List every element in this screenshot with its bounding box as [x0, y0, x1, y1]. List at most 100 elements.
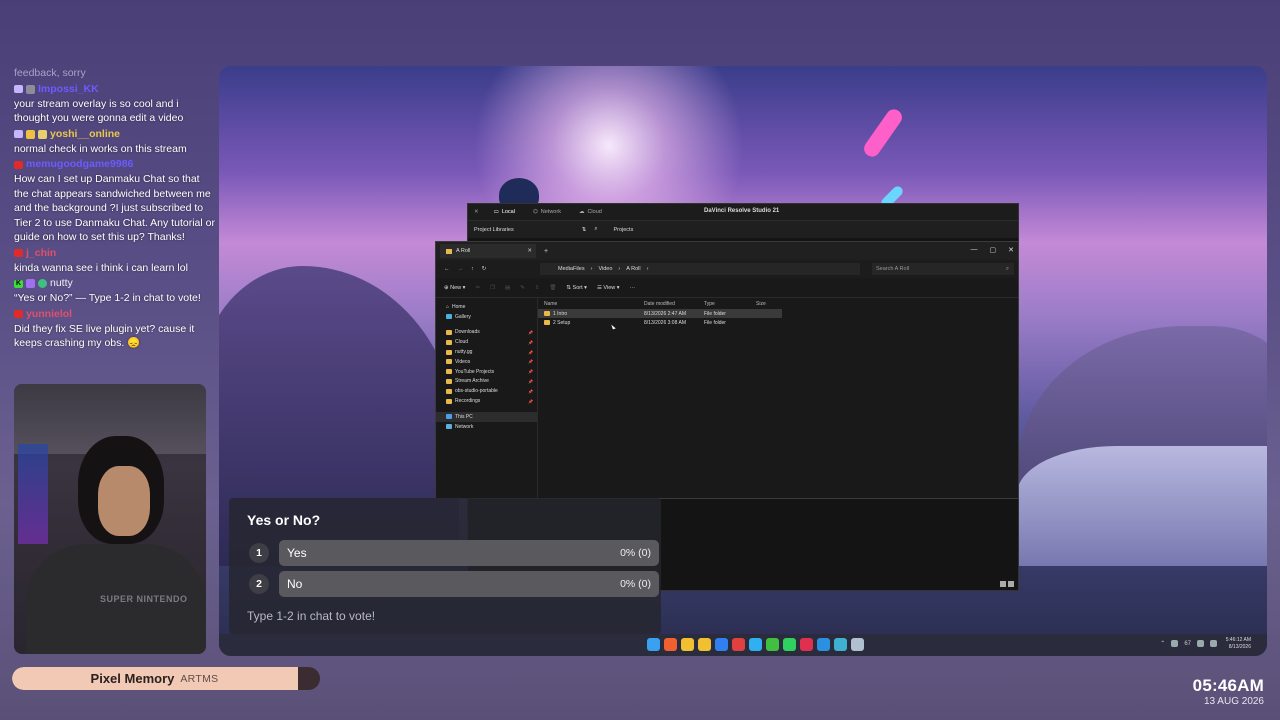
tray-app-icon[interactable]	[1171, 640, 1179, 647]
nav-item-this-pc[interactable]: This PC	[436, 411, 537, 422]
explorer-tab[interactable]: A Roll ✕	[440, 244, 536, 258]
taskbar-clock[interactable]: 5:46:12 AM 8/13/2026	[1226, 637, 1251, 651]
taskbar-app-icon[interactable]	[647, 638, 660, 651]
chevron-right-icon: ›	[618, 266, 621, 272]
column-size[interactable]: Size	[756, 301, 782, 307]
search-input[interactable]: Search A Roll ⌕	[872, 263, 1014, 275]
taskbar-app-icon[interactable]	[851, 638, 864, 651]
taskbar-app-icon[interactable]	[732, 638, 745, 651]
new-button[interactable]: ⊕ New ▾	[444, 285, 465, 291]
webcam-person-face	[98, 466, 150, 536]
nav-item-obs[interactable]: obs-studio-portable 📌	[436, 386, 537, 396]
breadcrumb[interactable]: MediaFiles › Video › A Roll ›	[540, 263, 860, 275]
nav-item-recordings[interactable]: Recordings 📌	[436, 396, 537, 406]
poll-option-number: 1	[249, 543, 269, 563]
hdd-icon: ▭	[493, 209, 499, 215]
folder-icon	[446, 369, 452, 375]
system-tray[interactable]: ⌃ 67	[1160, 640, 1217, 647]
twitch-icon	[14, 85, 23, 93]
column-name[interactable]: Name	[538, 301, 644, 307]
view-button[interactable]: ☰ View ▾	[597, 285, 620, 291]
webcam-neon-light	[18, 444, 48, 544]
breadcrumb-item[interactable]: Video	[598, 266, 612, 272]
taskbar-app-icon[interactable]	[664, 638, 677, 651]
nav-label: Downloads	[455, 329, 480, 336]
maximize-icon[interactable]: ▢	[990, 246, 997, 254]
breadcrumb-item[interactable]: A Roll	[626, 266, 640, 272]
close-tab-icon[interactable]: ✕	[527, 248, 532, 254]
grid-icon[interactable]	[1000, 581, 1006, 587]
list-icon[interactable]	[1008, 581, 1014, 587]
pin-icon: 📌	[528, 369, 533, 375]
search-icon: ⌕	[1005, 265, 1009, 272]
new-tab-icon[interactable]: +	[544, 248, 548, 255]
close-window-icon[interactable]: ✕	[1008, 246, 1014, 254]
up-icon[interactable]: ↑	[471, 266, 474, 272]
rename-icon[interactable]: ✎	[520, 285, 525, 291]
chevron-up-icon[interactable]: ⌃	[1160, 640, 1165, 647]
chat-overlay: feedback, sorry Impossi_KK your stream o…	[8, 66, 216, 352]
column-date[interactable]: Date modified	[644, 301, 704, 307]
nav-item-downloads[interactable]: Downloads 📌	[436, 328, 537, 338]
back-icon[interactable]: ←	[444, 266, 450, 272]
nav-item-cloud[interactable]: Cloud 📌	[436, 337, 537, 347]
nav-item-stream-archive[interactable]: Stream Archive 📌	[436, 377, 537, 387]
minimize-icon[interactable]: —	[971, 246, 978, 254]
more-button[interactable]: ···	[630, 285, 636, 291]
nav-label: YouTube Projects	[455, 368, 495, 375]
taskbar-app-icon[interactable]	[681, 638, 694, 651]
poll-overlay: Yes or No? 1 Yes 0% (0) 2 No 0% (0) Type…	[229, 498, 661, 634]
column-type[interactable]: Type	[704, 301, 756, 307]
table-row[interactable]: 1 Intro 8/13/2026 2:47 AM File folder	[538, 309, 782, 318]
nav-label: Stream Archive	[455, 378, 489, 385]
taskbar-app-icon[interactable]	[749, 638, 762, 651]
tab-network[interactable]: ⌬ Network	[524, 209, 570, 215]
nav-item-gallery[interactable]: Gallery	[436, 312, 537, 322]
search-icon[interactable]: ⌕	[594, 226, 597, 233]
table-row[interactable]: 2 Setup 8/13/2026 3:08 AM File folder	[538, 318, 1018, 327]
nav-item-network[interactable]: Network	[436, 422, 537, 432]
chat-text: normal check in works on this stream	[14, 142, 187, 155]
cut-icon[interactable]: ✂	[475, 285, 480, 291]
folder-icon	[446, 349, 452, 355]
breadcrumb-item[interactable]: MediaFiles	[558, 266, 585, 272]
tab-local[interactable]: ▭ Local	[485, 209, 524, 215]
tray-counter: 67	[1184, 640, 1191, 647]
sort-button[interactable]: ⇅ Sort ▾	[566, 285, 587, 291]
poll-option: 2 No 0% (0)	[249, 571, 661, 597]
delete-icon[interactable]: 🗑	[549, 285, 556, 291]
forward-icon[interactable]: →	[458, 266, 464, 272]
webcam-feed: SUPER NINTENDO	[14, 384, 206, 654]
refresh-icon[interactable]: ↻	[482, 266, 487, 272]
projects-label: Projects	[613, 226, 634, 233]
nav-item-home[interactable]: ⌂ Home	[436, 302, 537, 312]
taskbar-app-icon[interactable]	[817, 638, 830, 651]
file-explorer-window[interactable]: A Roll ✕ + — ▢ ✕ ← → ↑ ↻ MediaFiles › Video…	[435, 241, 1019, 499]
nav-item-videos[interactable]: Videos 📌	[436, 357, 537, 367]
tab-label: Local	[501, 209, 515, 215]
explorer-tabbar: A Roll ✕ + — ▢ ✕	[436, 242, 1018, 260]
resolve-view-toggle[interactable]	[1000, 581, 1014, 587]
share-icon[interactable]: ⇪	[535, 285, 540, 291]
close-icon[interactable]: ✕	[468, 209, 485, 215]
poll-option-label: No	[287, 577, 303, 591]
wifi-icon[interactable]	[1197, 640, 1204, 647]
file-name: 1 Intro	[553, 310, 568, 317]
taskbar-app-icon[interactable]	[800, 638, 813, 651]
nav-label: Cloud	[455, 339, 469, 346]
taskbar-app-icon[interactable]	[698, 638, 711, 651]
chat-username: j_chin	[26, 246, 57, 259]
sort-icon[interactable]: ⇅	[582, 227, 587, 233]
nav-item-youtube-projects[interactable]: YouTube Projects 📌	[436, 367, 537, 377]
taskbar-app-icon[interactable]	[783, 638, 796, 651]
copy-icon[interactable]: ❐	[490, 285, 495, 291]
taskbar-app-icon[interactable]	[715, 638, 728, 651]
volume-icon[interactable]	[1210, 640, 1217, 647]
chat-message: yunnielol Did they fix SE live plugin ye…	[8, 307, 216, 351]
taskbar-app-icon[interactable]	[766, 638, 779, 651]
tab-cloud[interactable]: ☁ Cloud	[570, 209, 611, 215]
nav-item-nutty[interactable]: nutty.gg 📌	[436, 347, 537, 357]
taskbar-app-icon[interactable]	[834, 638, 847, 651]
folder-icon	[446, 398, 452, 404]
paste-icon[interactable]: ▤	[505, 285, 510, 291]
